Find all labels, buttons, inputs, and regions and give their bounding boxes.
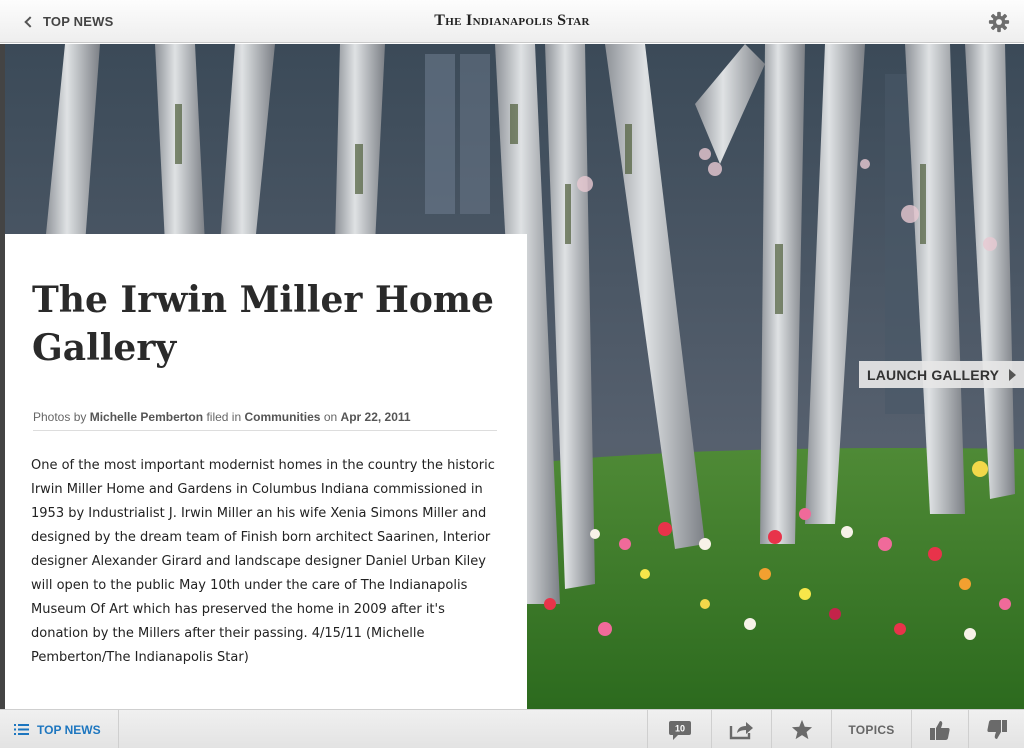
comment-icon: 10 [668, 720, 691, 740]
play-arrow-icon [1009, 368, 1017, 381]
article-body: One of the most important modernist home… [31, 458, 495, 665]
list-icon [14, 724, 29, 735]
share-icon [729, 721, 753, 739]
comment-count: 10 [674, 723, 684, 733]
favorite-button[interactable] [771, 710, 831, 748]
article-meta: Photos by Michelle Pemberton filed in Co… [33, 410, 497, 431]
filed-prefix: filed in [206, 410, 242, 424]
topics-label: TOPICS [848, 722, 895, 737]
section-link[interactable]: Communities [244, 410, 320, 424]
article-panel: The Irwin Miller Home Gallery Photos by … [5, 234, 527, 709]
top-bar: TOP NEWS The Indianapolis Star [0, 0, 1024, 43]
publish-date: Apr 22, 2011 [340, 410, 411, 424]
brand-logo: The Indianapolis Star [434, 12, 590, 29]
thumbs-down-icon [986, 719, 1007, 739]
article-title: The Irwin Miller Home Gallery [32, 279, 494, 369]
topics-button[interactable]: TOPICS [831, 710, 911, 748]
launch-gallery-button[interactable]: LAUNCH GALLERY [859, 361, 1024, 388]
photos-prefix: Photos by [33, 410, 87, 424]
author-name[interactable]: Michelle Pemberton [90, 410, 203, 424]
dislike-button[interactable] [968, 710, 1024, 748]
star-icon [791, 719, 812, 740]
date-prefix: on [323, 410, 338, 424]
bottom-toolbar: TOP NEWS 10 TOPICS [0, 709, 1024, 748]
top-news-button[interactable]: TOP NEWS [0, 710, 119, 748]
launch-gallery-label: LAUNCH GALLERY [867, 366, 1000, 383]
comments-button[interactable]: 10 [647, 710, 711, 748]
share-button[interactable] [711, 710, 771, 748]
like-button[interactable] [911, 710, 968, 748]
thumbs-up-icon [930, 720, 950, 740]
gear-icon[interactable] [988, 11, 1010, 33]
top-news-label: TOP NEWS [37, 722, 101, 737]
